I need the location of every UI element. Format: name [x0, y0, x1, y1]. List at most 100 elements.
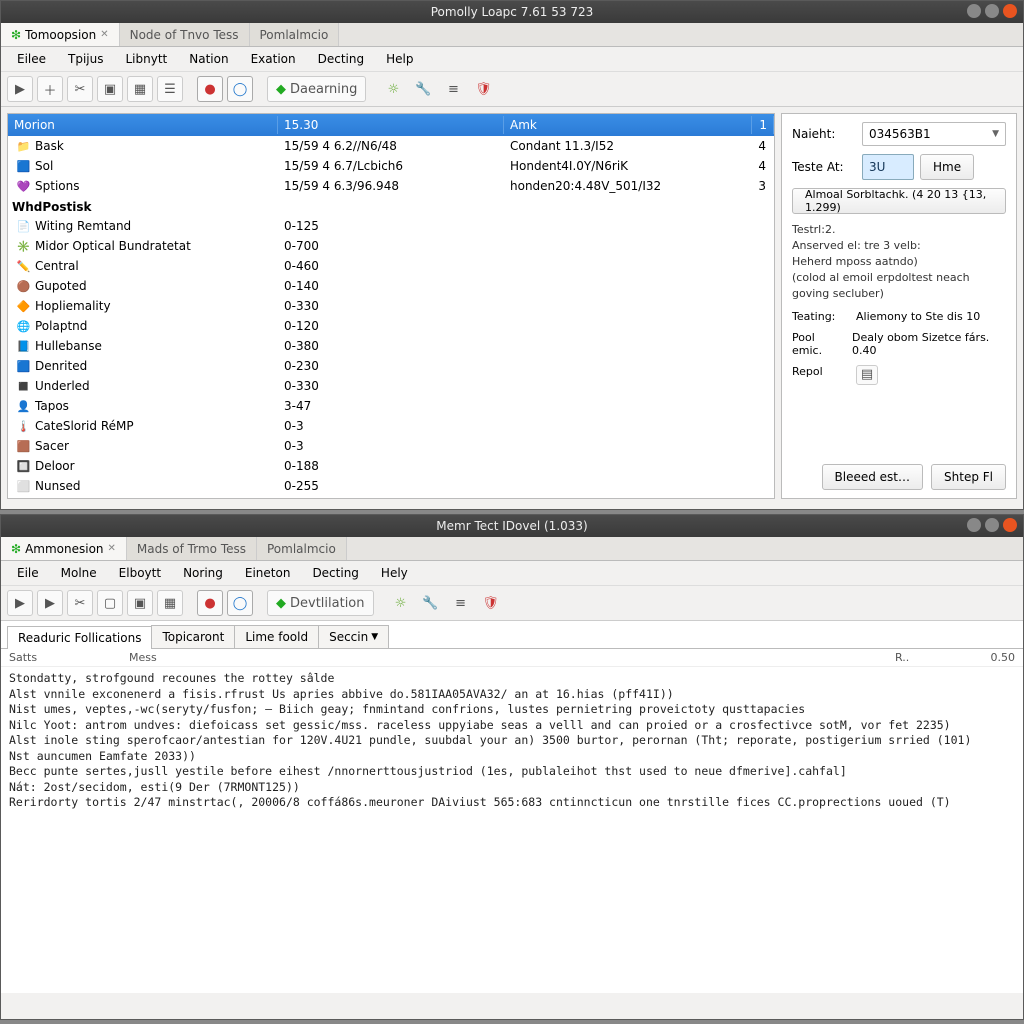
- col-morion[interactable]: Morion: [8, 116, 278, 134]
- wrench-icon[interactable]: 🔧: [418, 590, 444, 616]
- tab-node[interactable]: Node of Tnvo Tess: [120, 23, 250, 46]
- row-c3: 4: [750, 139, 770, 153]
- tab-mads[interactable]: Mads of Trmo Tess: [127, 537, 257, 560]
- table-row[interactable]: ◼️Underled0-330: [8, 376, 774, 396]
- menu-libnytt[interactable]: Libnytt: [116, 49, 178, 69]
- table-row[interactable]: ✏️Central0-460: [8, 256, 774, 276]
- table-row[interactable]: ⬜Nunsed0-255: [8, 476, 774, 496]
- repol-icon[interactable]: ▤: [856, 365, 878, 385]
- play-icon[interactable]: ▶: [7, 590, 33, 616]
- hme-button[interactable]: Hme: [920, 154, 974, 180]
- table-row[interactable]: 📁Bask15/59 4 6.2//N6/48Condant 11.3/I524: [8, 136, 774, 156]
- menu-tpijus[interactable]: Tpijus: [58, 49, 113, 69]
- play2-icon[interactable]: ▶: [37, 590, 63, 616]
- save-icon[interactable]: ▣: [97, 76, 123, 102]
- tab-label: Pomlalmcio: [260, 28, 329, 42]
- table-row[interactable]: 🟦Sol15/59 4 6.7/Lcbich6Hondent4I.0Y/N6ri…: [8, 156, 774, 176]
- rec-icon[interactable]: ●: [197, 76, 223, 102]
- rec-icon[interactable]: ●: [197, 590, 223, 616]
- subtab-lime[interactable]: Lime foold: [234, 625, 319, 648]
- tab-close-icon[interactable]: ✕: [100, 29, 108, 40]
- save-icon[interactable]: ▣: [127, 590, 153, 616]
- scissors-icon[interactable]: ✂: [67, 76, 93, 102]
- close-icon[interactable]: [1003, 518, 1017, 532]
- table-row[interactable]: 🌐Polaptnd0-120: [8, 316, 774, 336]
- subtab-readuric[interactable]: Readuric Follications: [7, 626, 152, 649]
- minimize-icon[interactable]: [967, 4, 981, 18]
- menu-decting[interactable]: Decting: [308, 49, 374, 69]
- devtl-button[interactable]: ◆Devtlilation: [267, 590, 374, 616]
- tab-pomlalmcio[interactable]: Pomlalmcio: [250, 23, 340, 46]
- row-icon: 🟫: [16, 439, 31, 454]
- scissors-icon[interactable]: ✂: [67, 590, 93, 616]
- wrench-icon[interactable]: 🔧: [410, 76, 436, 102]
- minimize-icon[interactable]: [967, 518, 981, 532]
- table-row[interactable]: 📄Witing Remtand0-125: [8, 216, 774, 236]
- tab-ammonesion[interactable]: ❇Ammonesion ✕: [1, 537, 127, 560]
- row-c1: 15/59 4 6.2//N6/48: [280, 139, 506, 153]
- bulb-icon[interactable]: ☼: [388, 590, 414, 616]
- menu-file[interactable]: Eilee: [7, 49, 56, 69]
- table-row[interactable]: 💜Sptions15/59 4 6.3/96.948honden20:4.48V…: [8, 176, 774, 196]
- settings-icon[interactable]: ≡: [440, 76, 466, 102]
- globe-icon[interactable]: ◯: [227, 76, 253, 102]
- col-num[interactable]: 1: [752, 116, 774, 134]
- loghead-satts: Satts: [9, 651, 129, 664]
- learning-button[interactable]: ◆Daearning: [267, 76, 366, 102]
- grid-icon[interactable]: ▦: [157, 590, 183, 616]
- row-c1: 0-460: [280, 259, 506, 273]
- table-row[interactable]: ✳️Midor Optical Bundratetat0-700: [8, 236, 774, 256]
- table-row[interactable]: 👤Tapos3-47: [8, 396, 774, 416]
- subtab-seccin[interactable]: Seccin ▼: [318, 625, 389, 648]
- window-top: Pomolly Loapc 7.61 53 723 ❇Tomoopsion ✕ …: [0, 0, 1024, 510]
- grid-icon[interactable]: ▦: [127, 76, 153, 102]
- plus-icon[interactable]: ＋: [37, 76, 63, 102]
- shield-icon[interactable]: 🛡: [478, 590, 504, 616]
- menu-help[interactable]: Help: [376, 49, 423, 69]
- table-row[interactable]: 🟤Gupoted0-140: [8, 276, 774, 296]
- table-row[interactable]: 🔲Deloor0-188: [8, 456, 774, 476]
- subtab-topicaront[interactable]: Topicaront: [151, 625, 235, 648]
- menu-eile[interactable]: Eile: [7, 563, 49, 583]
- tab-pomlalmcio2[interactable]: Pomlalmcio: [257, 537, 347, 560]
- teste-input[interactable]: 3U: [862, 154, 914, 180]
- info-block: Testrl:2. Anserved el: tre 3 velb: Heher…: [792, 222, 1006, 302]
- list-icon[interactable]: ☰: [157, 76, 183, 102]
- almoal-button[interactable]: Almoal Sorbltachk. (4 20 13 {13, 1.299): [792, 188, 1006, 214]
- naieht-combo[interactable]: 034563B1▼: [862, 122, 1006, 146]
- table-row[interactable]: 🟫Sacer0-3: [8, 436, 774, 456]
- maximize-icon[interactable]: [985, 518, 999, 532]
- play-icon[interactable]: ▶: [7, 76, 33, 102]
- box-icon[interactable]: ▢: [97, 590, 123, 616]
- teste-value: 3U: [869, 160, 885, 174]
- menu-eineton[interactable]: Eineton: [235, 563, 301, 583]
- teating-label: Teating:: [792, 310, 850, 323]
- menu-elboytt[interactable]: Elboytt: [109, 563, 171, 583]
- menu-exation[interactable]: Exation: [241, 49, 306, 69]
- menu-noring[interactable]: Noring: [173, 563, 233, 583]
- globe-icon[interactable]: ◯: [227, 590, 253, 616]
- table-row[interactable]: 🌡️CateSlorid RéMP0-3: [8, 416, 774, 436]
- content-top: Morion 15.30 Amk 1 📁Bask15/59 4 6.2//N6/…: [1, 107, 1023, 505]
- bleed-button[interactable]: Bleeed est…: [822, 464, 924, 490]
- menu-hely[interactable]: Hely: [371, 563, 418, 583]
- table-row[interactable]: 🟦Denrited0-230: [8, 356, 774, 376]
- close-icon[interactable]: [1003, 4, 1017, 18]
- maximize-icon[interactable]: [985, 4, 999, 18]
- col-amk[interactable]: Amk: [504, 116, 752, 134]
- tab-label: Node of Tnvo Tess: [130, 28, 239, 42]
- shield-icon[interactable]: 🛡: [470, 76, 496, 102]
- naieht-value: 034563B1: [869, 127, 931, 141]
- tab-close-icon[interactable]: ✕: [108, 543, 116, 554]
- table-row[interactable]: 📘Hullebanse0-380: [8, 336, 774, 356]
- menu-molne[interactable]: Molne: [51, 563, 107, 583]
- menu-decting2[interactable]: Decting: [302, 563, 368, 583]
- tab-tomoopsion[interactable]: ❇Tomoopsion ✕: [1, 23, 120, 46]
- col-1530[interactable]: 15.30: [278, 116, 504, 134]
- menu-nation[interactable]: Nation: [179, 49, 238, 69]
- bulb-icon[interactable]: ☼: [380, 76, 406, 102]
- shtep-button[interactable]: Shtep Fl: [931, 464, 1006, 490]
- row-icon: 👤: [16, 399, 31, 414]
- settings-icon[interactable]: ≡: [448, 590, 474, 616]
- table-row[interactable]: 🔶Hopliemality0-330: [8, 296, 774, 316]
